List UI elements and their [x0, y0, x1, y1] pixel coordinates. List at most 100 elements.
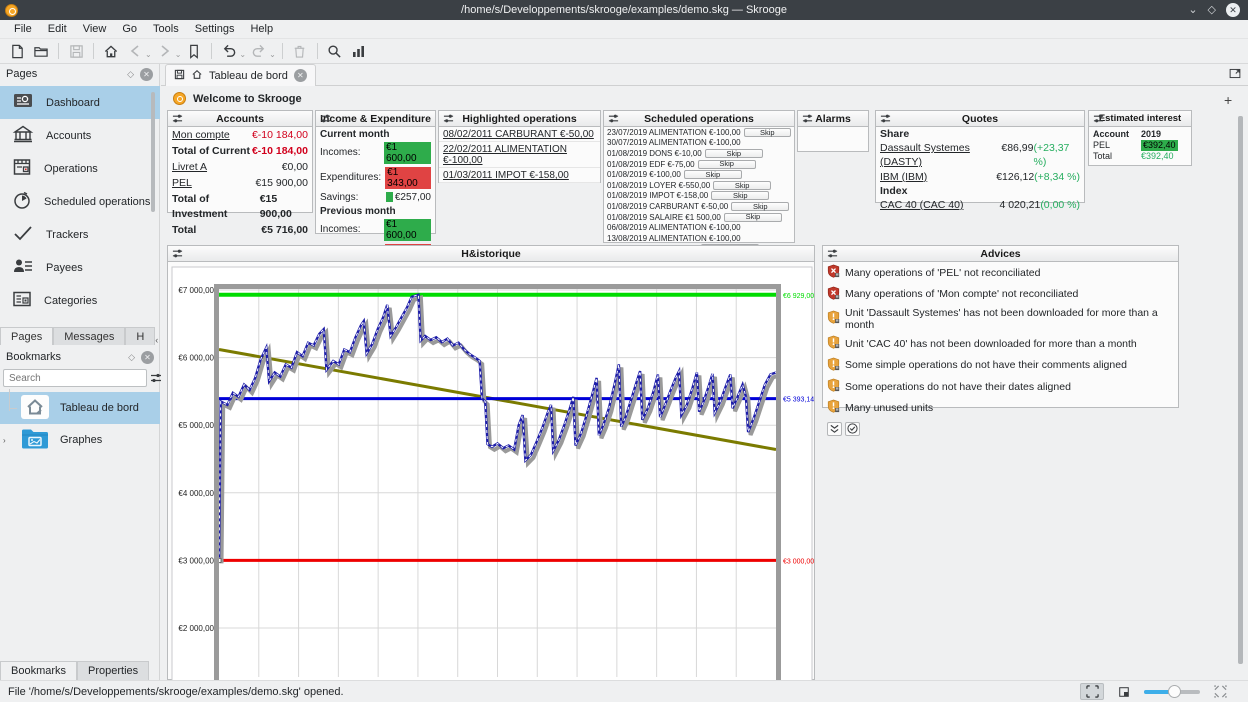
widget-settings-icon[interactable]	[880, 113, 892, 125]
home-icon[interactable]	[100, 41, 122, 61]
advice-item[interactable]: Many operations of 'PEL' not reconciliat…	[823, 262, 1178, 283]
zoom-original-button[interactable]	[1112, 683, 1136, 700]
widget-settings-icon[interactable]	[172, 248, 184, 260]
account-name[interactable]: PEL	[172, 176, 192, 191]
widget-title: Quotes	[876, 113, 1084, 125]
zoom-fit-button[interactable]	[1080, 683, 1104, 700]
menu-go[interactable]: Go	[114, 21, 145, 37]
sidebar-item-label: Payees	[46, 262, 83, 274]
skip-button[interactable]: Skip	[698, 160, 756, 169]
status-message: File '/home/s/Developpements/skrooge/exa…	[8, 686, 344, 698]
highlighted-operation-link[interactable]: 08/02/2011 CARBURANT €-50,00	[439, 127, 600, 142]
zoom-slider-knob[interactable]	[1168, 685, 1181, 698]
skip-button[interactable]: Skip	[731, 202, 789, 211]
dock-tab-messages[interactable]: Messages	[53, 327, 125, 345]
zoom-slider[interactable]	[1144, 690, 1200, 694]
highlighted-operation-link[interactable]: 01/03/2011 IMPOT €-158,00	[439, 168, 600, 183]
skip-button[interactable]: Skip	[713, 181, 771, 190]
widget-settings-icon[interactable]	[608, 113, 620, 125]
close-icon[interactable]: ✕	[1226, 3, 1240, 17]
tab-label[interactable]: Tableau de bord	[209, 70, 288, 82]
tab-scroll-left-icon[interactable]: ‹	[155, 335, 158, 345]
advice-item[interactable]: Unit 'CAC 40' has not been downloaded fo…	[823, 333, 1178, 354]
advice-item[interactable]: Some simple operations do not have their…	[823, 355, 1178, 376]
save-icon[interactable]	[65, 41, 87, 61]
forward-dropdown-icon[interactable]: ⌄	[175, 50, 182, 59]
panel-float-icon[interactable]: ◇	[127, 69, 134, 80]
highlighted-operation-link[interactable]: 22/02/2011 ALIMENTATION €-100,00	[439, 142, 600, 168]
sidebar-item-trackers[interactable]: Trackers	[0, 218, 160, 251]
account-name[interactable]: Livret A	[172, 160, 207, 175]
go-forward-icon[interactable]	[154, 41, 176, 61]
redo-dropdown-icon[interactable]: ⌄	[269, 50, 276, 59]
dock-tab-properties[interactable]: Properties	[77, 661, 149, 680]
maximize-icon[interactable]: ◇	[1208, 5, 1216, 16]
redo-icon[interactable]	[248, 41, 270, 61]
menu-file[interactable]: File	[6, 21, 40, 37]
widget-settings-icon[interactable]	[827, 248, 839, 260]
menu-help[interactable]: Help	[242, 21, 281, 37]
expander-icon[interactable]: ›	[3, 436, 6, 445]
tab-close-icon[interactable]: ✕	[294, 69, 307, 82]
skrooge-logo-icon	[173, 92, 186, 105]
sidebar-item-categories[interactable]: Categories	[0, 284, 160, 317]
new-document-icon[interactable]	[6, 41, 28, 61]
advice-item[interactable]: Unit 'Dassault Systemes' has not been do…	[823, 305, 1178, 333]
panel-close-icon[interactable]: ✕	[141, 351, 154, 364]
advice-item[interactable]: Many unused units	[823, 397, 1178, 418]
advice-item[interactable]: Some operations do not have their dates …	[823, 376, 1178, 397]
sidebar-item-operations[interactable]: Operations	[0, 152, 160, 185]
sidebar-item-accounts[interactable]: Accounts	[0, 119, 160, 152]
bookmark-item-tableau-de-bord[interactable]: Tableau de bord	[0, 392, 160, 424]
sidebar-item-scheduled-operations[interactable]: Scheduled operations	[0, 185, 160, 218]
skip-button[interactable]: Skip	[705, 149, 763, 158]
go-back-icon[interactable]	[124, 41, 146, 61]
open-file-icon[interactable]	[30, 41, 52, 61]
dock-tab-pages[interactable]: Pages	[0, 327, 53, 345]
tab-save-icon[interactable]	[174, 69, 185, 83]
delete-icon[interactable]	[289, 41, 311, 61]
detach-tab-icon[interactable]	[1228, 67, 1242, 83]
sidebar-item-dashboard[interactable]: Dashboard	[0, 86, 160, 119]
menu-tools[interactable]: Tools	[145, 21, 187, 37]
quote-name[interactable]: IBM (IBM)	[880, 170, 927, 184]
undo-icon[interactable]	[218, 41, 240, 61]
sidebar-item-payees[interactable]: Payees	[0, 251, 160, 284]
dismiss-advices-icon[interactable]	[845, 422, 860, 436]
menu-view[interactable]: View	[75, 21, 115, 37]
widget-settings-icon[interactable]	[320, 113, 332, 125]
widget-settings-icon[interactable]	[172, 113, 184, 125]
widget-settings-icon[interactable]	[443, 113, 455, 125]
back-dropdown-icon[interactable]: ⌄	[145, 50, 152, 59]
pages-scrollbar[interactable]	[151, 92, 155, 212]
quote-name[interactable]: CAC 40 (CAC 40)	[880, 198, 963, 212]
skip-button[interactable]: Skip	[724, 213, 782, 222]
zoom-expand-button[interactable]	[1208, 683, 1232, 700]
widget-settings-icon[interactable]	[802, 113, 814, 125]
estimated-interest-table: Account2019PEL€392,40Total€392,40	[1089, 127, 1191, 164]
tab-tableau-de-bord[interactable]: Tableau de bord ✕	[165, 64, 316, 86]
menu-edit[interactable]: Edit	[40, 21, 75, 37]
dock-tab-h[interactable]: H	[125, 327, 155, 345]
skip-button[interactable]: Skip	[684, 170, 742, 179]
report-chart-icon[interactable]	[348, 41, 370, 61]
account-name[interactable]: Mon compte	[172, 128, 230, 143]
widget-settings-icon[interactable]	[1093, 113, 1105, 125]
minimize-icon[interactable]: ⌄	[1188, 5, 1197, 16]
panel-close-icon[interactable]: ✕	[140, 68, 153, 81]
add-widget-button[interactable]: +	[1224, 92, 1232, 108]
bookmarks-search-input[interactable]	[3, 369, 147, 387]
dashboard-scrollbar[interactable]	[1238, 116, 1243, 664]
skip-button[interactable]: Skip	[711, 191, 769, 200]
bookmark-item-graphes[interactable]: ›Graphes	[0, 424, 160, 456]
dock-tab-bookmarks[interactable]: Bookmarks	[0, 661, 77, 680]
undo-dropdown-icon[interactable]: ⌄	[239, 50, 246, 59]
search-icon[interactable]	[324, 41, 346, 61]
expand-all-advices-icon[interactable]	[827, 422, 842, 436]
bookmark-icon[interactable]	[183, 41, 205, 61]
skip-button[interactable]: Skip	[744, 128, 791, 137]
menu-settings[interactable]: Settings	[187, 21, 243, 37]
quote-name[interactable]: Dassault Systemes (DASTY)	[880, 141, 1001, 169]
panel-float-icon[interactable]: ◇	[128, 352, 135, 363]
advice-item[interactable]: Many operations of 'Mon compte' not reco…	[823, 283, 1178, 304]
